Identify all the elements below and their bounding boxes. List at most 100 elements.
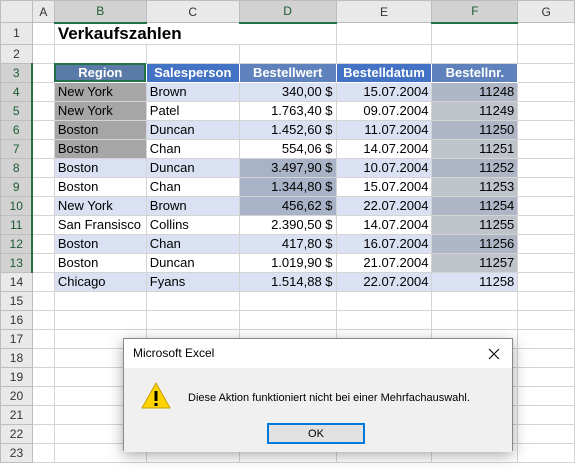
cell-a[interactable] (31, 442, 55, 463)
column-header-c[interactable]: C (145, 0, 240, 23)
row-header[interactable]: 8 (0, 157, 34, 178)
cell[interactable] (517, 290, 575, 311)
cell[interactable] (431, 43, 519, 64)
cell-order-value[interactable]: 1.344,80 $ (238, 176, 337, 197)
row-header[interactable]: 12 (0, 233, 34, 254)
cell-a[interactable] (31, 404, 55, 425)
cell-order-value[interactable]: 1.514,88 $ (238, 271, 337, 292)
cell-g[interactable] (517, 214, 575, 235)
header-order-value[interactable]: Bestellwert (238, 62, 337, 83)
cell-a[interactable] (31, 423, 55, 444)
cell-order-no[interactable]: 11255 (431, 214, 519, 235)
row-header[interactable]: 6 (0, 119, 34, 140)
cell[interactable] (517, 385, 575, 406)
close-icon[interactable] (476, 339, 512, 368)
cell-order-no[interactable]: 11258 (431, 271, 519, 292)
cell[interactable] (517, 22, 575, 45)
cell-region[interactable]: Boston (53, 157, 147, 178)
row-header[interactable]: 5 (0, 100, 34, 121)
cell-salesperson[interactable]: Collins (145, 214, 240, 235)
cell-salesperson[interactable]: Duncan (145, 157, 240, 178)
cell-order-date[interactable]: 11.07.2004 (335, 119, 433, 140)
cell-order-no[interactable]: 11248 (431, 81, 519, 102)
cell-salesperson[interactable]: Patel (145, 100, 240, 121)
row-header[interactable]: 3 (0, 62, 34, 83)
row-header[interactable]: 11 (0, 214, 34, 235)
row-header[interactable]: 13 (0, 252, 34, 273)
cell-region[interactable]: New York (53, 100, 147, 121)
header-region[interactable]: Region (53, 62, 147, 83)
cell-order-value[interactable]: 2.390,50 $ (238, 214, 337, 235)
row-header[interactable]: 14 (0, 271, 33, 292)
row-header[interactable]: 15 (0, 290, 33, 311)
cell-order-no[interactable]: 11257 (431, 252, 519, 273)
cell-order-date[interactable]: 21.07.2004 (335, 252, 433, 273)
cell-a[interactable] (31, 290, 55, 311)
cell[interactable] (145, 290, 240, 311)
row-header[interactable]: 20 (0, 385, 33, 406)
select-all-corner[interactable] (0, 0, 33, 23)
ok-button[interactable]: OK (267, 423, 365, 444)
column-header-d[interactable]: D (238, 0, 337, 24)
cell-a[interactable] (31, 309, 55, 330)
cell-a[interactable] (31, 176, 55, 197)
cell[interactable] (517, 366, 575, 387)
cell-order-value[interactable]: 1.452,60 $ (238, 119, 337, 140)
row-header[interactable]: 10 (0, 195, 34, 216)
cell-region[interactable]: Boston (53, 119, 147, 140)
cell-order-value[interactable]: 3.497,90 $ (238, 157, 337, 178)
cell-a[interactable] (31, 347, 55, 368)
cell[interactable] (238, 290, 337, 311)
cell-order-date[interactable]: 16.07.2004 (335, 233, 433, 254)
cell-a[interactable] (31, 271, 55, 292)
cell-a[interactable] (31, 43, 55, 64)
cell[interactable] (517, 423, 575, 444)
cell[interactable] (517, 43, 575, 64)
cell-a[interactable] (31, 195, 55, 216)
cell[interactable] (238, 43, 337, 64)
cell-region[interactable]: Boston (53, 138, 147, 159)
row-header[interactable]: 16 (0, 309, 33, 330)
row-header[interactable]: 22 (0, 423, 33, 444)
cell-salesperson[interactable]: Duncan (145, 252, 240, 273)
cell-order-value[interactable]: 340,00 $ (238, 81, 337, 102)
cell[interactable] (335, 43, 433, 64)
row-header[interactable]: 7 (0, 138, 34, 159)
cell-a[interactable] (31, 157, 55, 178)
row-header[interactable]: 19 (0, 366, 33, 387)
cell-order-no[interactable]: 11253 (431, 176, 519, 197)
cell-g[interactable] (517, 138, 575, 159)
cell[interactable] (517, 347, 575, 368)
cell-g[interactable] (517, 100, 575, 121)
cell-order-date[interactable]: 09.07.2004 (335, 100, 433, 121)
cell-salesperson[interactable]: Chan (145, 176, 240, 197)
cell-order-value[interactable]: 1.763,40 $ (238, 100, 337, 121)
cell-a[interactable] (31, 328, 55, 349)
cell-a[interactable] (31, 385, 55, 406)
cell[interactable] (517, 404, 575, 425)
cell-region[interactable]: New York (53, 81, 147, 102)
cell-salesperson[interactable]: Brown (145, 195, 240, 216)
cell-order-value[interactable]: 417,80 $ (238, 233, 337, 254)
row-header[interactable]: 9 (0, 176, 34, 197)
cell[interactable] (431, 309, 519, 330)
cell-order-value[interactable]: 554,06 $ (238, 138, 337, 159)
cell[interactable] (335, 290, 433, 311)
cell-region[interactable]: New York (53, 195, 147, 216)
cell-a[interactable] (31, 233, 55, 254)
column-header-e[interactable]: E (335, 0, 433, 23)
row-header[interactable]: 23 (0, 442, 33, 463)
cell-region[interactable]: Chicago (53, 271, 147, 292)
header-order-date[interactable]: Bestelldatum (335, 62, 433, 83)
cell-salesperson[interactable]: Chan (145, 138, 240, 159)
header-salesperson[interactable]: Salesperson (145, 62, 240, 83)
column-header-g[interactable]: G (517, 0, 575, 23)
cell-salesperson[interactable]: Duncan (145, 119, 240, 140)
cell-order-date[interactable]: 22.07.2004 (335, 271, 433, 292)
row-header[interactable]: 1 (0, 22, 33, 45)
cell-order-value[interactable]: 456,62 $ (238, 195, 337, 216)
column-header-f[interactable]: F (431, 0, 519, 24)
cell-salesperson[interactable]: Chan (145, 233, 240, 254)
cell[interactable] (145, 43, 240, 64)
column-header-b[interactable]: B (53, 0, 147, 24)
